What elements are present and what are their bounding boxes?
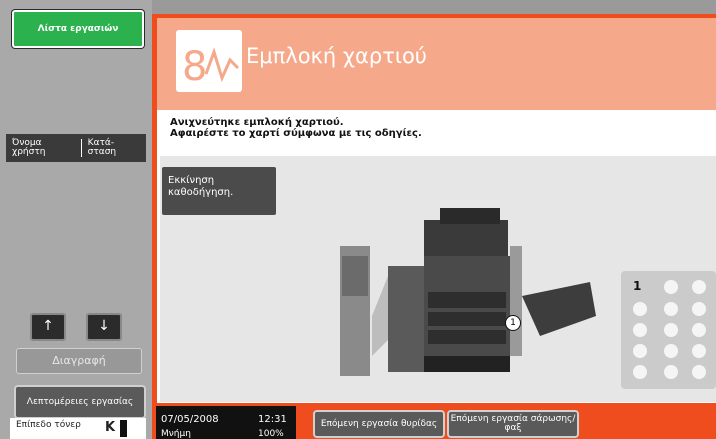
indicator-dot [633,344,647,358]
delete-button[interactable]: Διαγραφή [16,348,142,374]
indicator-dot [692,365,706,379]
indicator-dot [664,365,678,379]
indicator-dot [633,365,647,379]
arrow-up-icon: ↑ [42,318,54,334]
paper-jam-icon: 8 [176,30,242,92]
indicator-dot [692,302,706,316]
indicator-dot [633,302,647,316]
panel-number: 1 [633,279,642,293]
date: 07/05/2008 [161,414,219,425]
message-line-2: Αφαιρέστε το χαρτί σύμφωνα με τις οδηγίε… [170,128,422,139]
indicator-dot [692,323,706,337]
job-list-header: Όνομα χρήστη Κατά-σταση [6,134,146,162]
arrow-down-icon: ↓ [98,318,110,334]
indicator-dot [664,280,678,294]
toner-color: K [105,420,116,435]
time: 12:31 [258,414,287,425]
scroll-up-button[interactable]: ↑ [30,313,66,341]
indicator-dot [692,344,706,358]
col-user: Όνομα χρήστη [12,138,46,157]
indicator-dot [664,323,678,337]
jam-location-number: 1 [510,318,516,328]
indicator-dot [664,344,678,358]
toner-level: Επίπεδο τόνερ K [10,418,146,439]
indicator-dot [692,280,706,294]
toner-bar [120,420,127,437]
next-job-scan-button[interactable]: Επόμενη εργασία σάρωσης/φαξ [447,410,579,438]
jam-location-marker: 1 [505,315,521,331]
start-guidance-button[interactable]: Εκκίνηση καθοδήγηση. [160,165,278,217]
job-details-button[interactable]: Λεπτομέρειες εργασίας [14,385,146,419]
indicator-dot [664,302,678,316]
svg-text:8: 8 [182,44,207,90]
scroll-down-button[interactable]: ↓ [86,313,122,341]
job-list-button[interactable]: Λίστα εργασιών [12,10,144,48]
datetime-panel: 07/05/2008 12:31 Μνήμη 100% [156,406,296,439]
next-job-tray-label: Επόμενη εργασία θυρίδας [320,418,438,429]
page-title: Εμπλοκή χαρτιού [246,44,427,68]
memory-value: 100% [258,429,284,439]
job-details-label: Λεπτομέρειες εργασίας [26,397,134,407]
jam-message: Ανιχνεύτηκε εμπλοκή χαρτιού. Αφαιρέστε τ… [170,117,422,139]
job-list-label: Λίστα εργασιών [37,24,119,34]
col-status: Κατά-σταση [87,138,117,157]
next-job-tray-button[interactable]: Επόμενη εργασία θυρίδας [313,410,445,438]
next-job-scan-label: Επόμενη εργασία σάρωσης/φαξ [450,414,576,433]
message-line-1: Ανιχνεύτηκε εμπλοκή χαρτιού. [170,117,344,128]
toner-label: Επίπεδο τόνερ [16,420,81,430]
indicator-dot [633,323,647,337]
memory-label: Μνήμη [161,429,191,439]
printer-illustration [340,208,596,376]
